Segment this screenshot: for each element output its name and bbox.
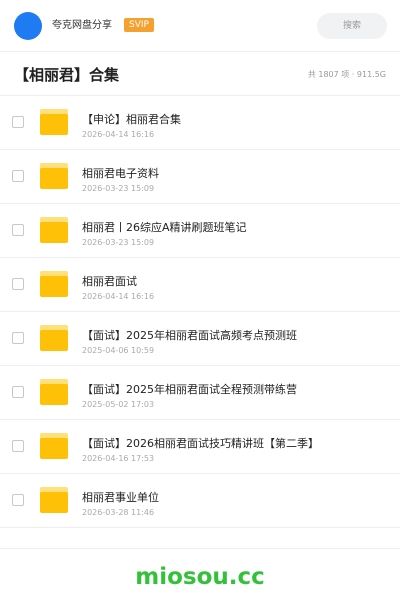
file-row[interactable]: 相丽君事业单位 2026-03-28 11:46 [0,474,400,528]
site-watermark: miosou.cc [135,564,265,590]
file-row[interactable]: 相丽君面试 2026-04-14 16:16 [0,258,400,312]
select-checkbox[interactable] [12,494,24,506]
file-row[interactable]: 【面试】2025年相丽君面试高频考点预测班 2025-04-06 10:59 [0,312,400,366]
file-row[interactable]: 相丽君丨26综应A精讲刷题班笔记 2026-03-23 15:09 [0,204,400,258]
select-checkbox[interactable] [12,116,24,128]
file-name: 【面试】2026相丽君面试技巧精讲班【第二季】 [82,437,319,450]
folder-icon [40,163,68,189]
folder-icon [40,217,68,243]
select-checkbox[interactable] [12,386,24,398]
file-date: 2026-04-14 16:16 [82,292,155,301]
file-date: 2025-05-02 17:03 [82,400,155,409]
file-date: 2026-03-28 11:46 [82,508,155,517]
select-checkbox[interactable] [12,278,24,290]
select-checkbox[interactable] [12,332,24,344]
file-date: 2026-04-16 17:53 [82,454,155,463]
file-name: 【申论】相丽君合集 [82,113,181,126]
top-bar: 夸克网盘分享 SVIP 搜索 [0,0,400,52]
file-row[interactable]: 相丽君电子资料 2026-03-23 15:09 [0,150,400,204]
file-name: 【面试】2025年相丽君面试全程预测带练营 [82,383,297,396]
file-list: 【申论】相丽君合集 2026-04-14 16:16 相丽君电子资料 2026-… [0,96,400,528]
file-name: 相丽君电子资料 [82,167,159,180]
footer-divider [0,548,400,549]
file-date: 2026-03-23 15:09 [82,184,155,193]
folder-icon [40,109,68,135]
file-date: 2025-04-06 10:59 [82,346,155,355]
file-name: 相丽君事业单位 [82,491,159,504]
vip-badge: SVIP [124,18,154,32]
file-row[interactable]: 【面试】2025年相丽君面试全程预测带练营 2025-05-02 17:03 [0,366,400,420]
search-input[interactable]: 搜索 [317,13,387,39]
share-owner-name: 夸克网盘分享 [52,20,112,31]
file-row[interactable]: 【面试】2026相丽君面试技巧精讲班【第二季】 2026-04-16 17:53 [0,420,400,474]
folder-icon [40,379,68,405]
select-checkbox[interactable] [12,440,24,452]
avatar[interactable] [14,12,42,40]
file-name: 【面试】2025年相丽君面试高频考点预测班 [82,329,297,342]
folder-stats: 共 1807 项 · 911.5G [307,70,386,79]
folder-header: 【相丽君】合集 共 1807 项 · 911.5G [0,52,400,96]
folder-icon [40,325,68,351]
select-checkbox[interactable] [12,170,24,182]
folder-icon [40,487,68,513]
file-date: 2026-03-23 15:09 [82,238,155,247]
page-title: 【相丽君】合集 [14,66,120,84]
folder-icon [40,433,68,459]
file-date: 2026-04-14 16:16 [82,130,155,139]
file-name: 相丽君丨26综应A精讲刷题班笔记 [82,221,247,234]
file-name: 相丽君面试 [82,275,137,288]
file-row[interactable]: 【申论】相丽君合集 2026-04-14 16:16 [0,96,400,150]
select-checkbox[interactable] [12,224,24,236]
folder-icon [40,271,68,297]
